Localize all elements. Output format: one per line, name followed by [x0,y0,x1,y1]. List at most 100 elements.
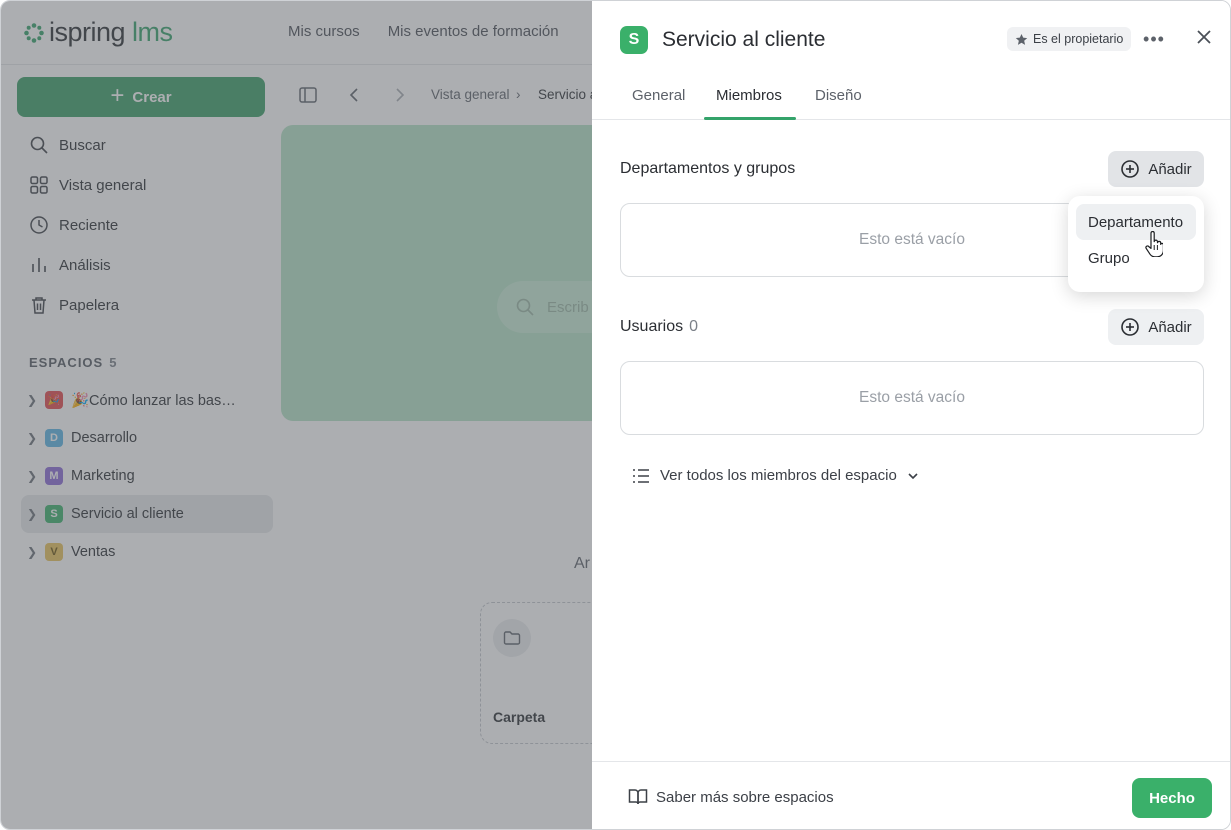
create-button-label: Crear [132,88,172,106]
top-nav: Mis cursos Mis eventos de formación [288,23,559,40]
spaces-count: 5 [109,355,118,370]
more-icon: ••• [1143,28,1165,49]
spaces-list: ❯ 🎉 🎉Cómo lanzar las bas… ❯ D Desarrollo… [21,381,273,571]
sidebar-item-label: Papelera [59,296,120,314]
close-icon [1197,30,1211,44]
chevron-right-icon[interactable]: ❯ [27,431,41,445]
add-department-button[interactable]: Añadir [1108,151,1204,187]
logo-accent-text: lms [132,17,173,47]
users-title: Usuarios 0 [620,318,698,336]
departments-title: Departamentos y grupos [620,160,796,177]
sidebar-item-label: Buscar [59,136,106,154]
tab-members[interactable]: Miembros [716,87,782,120]
owner-badge: Es el propietario [1007,27,1132,51]
empty-text: Esto está vacío [859,389,965,406]
search-icon [30,136,48,154]
list-icon [633,468,649,483]
sidebar: + Crear Buscar Vista general Reciente An… [1,65,281,829]
sidebar-item-label: Reciente [59,216,119,234]
chevron-right-icon[interactable]: ❯ [27,469,41,483]
sidebar-item-recent[interactable]: Reciente [21,205,273,245]
space-badge: 🎉 [45,391,63,409]
space-label: Ventas [71,544,116,560]
ispring-logo[interactable]: ispring lms [23,17,173,48]
learn-more-link[interactable]: Saber más sobre espacios [628,788,834,806]
create-button[interactable]: + Crear [17,77,265,117]
tab-design[interactable]: Diseño [815,87,862,120]
space-label: Desarrollo [71,430,138,446]
plus-icon: + [110,82,125,109]
trash-icon [32,297,46,314]
sidebar-item-analysis[interactable]: Análisis [21,245,273,285]
clock-icon [30,216,48,234]
breadcrumb-root[interactable]: Vista general [431,87,510,102]
sidebar-item-trash[interactable]: Papelera [21,285,273,325]
hero-search-placeholder: Escrib [547,298,589,316]
panel-header: S Servicio al cliente [620,26,825,54]
book-icon [628,789,648,805]
chevron-right-icon[interactable]: ❯ [27,393,41,407]
view-all-members-toggle[interactable]: Ver todos los miembros del espacio [632,467,919,484]
chevron-right-icon[interactable]: ❯ [27,545,41,559]
sidebar-item-label: Vista general [59,176,147,194]
back-arrow-icon[interactable] [345,85,365,105]
space-label: Servicio al cliente [71,506,184,522]
space-item[interactable]: ❯ V Ventas [21,533,273,571]
panel-tabs: General Miembros Diseño [592,71,1230,120]
add-button-label: Añadir [1148,160,1192,178]
breadcrumb-separator-icon: › [516,87,521,102]
space-label: 🎉Cómo lanzar las bas… [71,392,236,409]
sidebar-nav: Buscar Vista general Reciente Análisis P… [21,125,273,325]
chevron-down-icon [908,472,918,479]
nav-my-courses[interactable]: Mis cursos [288,23,360,40]
chevron-right-icon[interactable]: ❯ [27,507,41,521]
space-item-active[interactable]: ❯ S Servicio al cliente [21,495,273,533]
space-settings-panel: S Servicio al cliente Es el propietario … [592,1,1230,829]
nav-my-events[interactable]: Mis eventos de formación [388,23,559,40]
active-tab-indicator [704,117,796,120]
done-button[interactable]: Hecho [1132,778,1212,818]
menu-item-department[interactable]: Departamento [1076,204,1196,240]
users-count: 0 [689,318,699,335]
logo-text: ispring [49,17,126,47]
grid-icon [30,176,48,194]
forward-arrow-icon[interactable] [389,85,409,105]
space-item[interactable]: ❯ 🎉 🎉Cómo lanzar las bas… [21,381,273,419]
space-badge: D [45,429,63,447]
add-user-button[interactable]: Añadir [1108,309,1204,345]
sidebar-item-search[interactable]: Buscar [21,125,273,165]
close-button[interactable] [1192,25,1216,49]
panel-title: Servicio al cliente [662,28,826,51]
hand-cursor-icon [1145,231,1163,257]
space-item[interactable]: ❯ M Marketing [21,457,273,495]
sidebar-toggle-icon[interactable] [298,85,318,105]
users-title-label: Usuarios [620,318,684,335]
plus-circle-icon [1121,318,1140,336]
plus-circle-icon [1121,160,1140,178]
menu-item-group[interactable]: Grupo [1076,240,1196,276]
folder-label: Carpeta [493,709,546,725]
spaces-heading-label: ESPACIOS [29,355,104,370]
space-badge: M [45,467,63,485]
space-badge: S [620,26,648,54]
owner-badge-label: Es el propietario [1033,32,1124,46]
app-window: ispring lms Mis cursos Mis eventos de fo… [0,0,1231,830]
add-button-label: Añadir [1148,318,1192,336]
space-badge: S [45,505,63,523]
tab-general[interactable]: General [632,87,685,120]
add-dropdown-menu: Departamento Grupo [1068,196,1204,292]
space-label: Marketing [71,468,135,484]
breadcrumb-current: Servicio a [538,87,598,102]
logo-icon [24,22,44,43]
sidebar-item-overview[interactable]: Vista general [21,165,273,205]
space-item[interactable]: ❯ D Desarrollo [21,419,273,457]
users-empty-state: Esto está vacío [620,361,1204,435]
more-options-button[interactable]: ••• [1142,27,1166,51]
space-badge: V [45,543,63,561]
star-icon [1015,33,1028,45]
chart-icon [32,258,46,272]
spaces-heading: ESPACIOS 5 [29,355,117,370]
sidebar-item-label: Análisis [59,256,111,274]
empty-text: Esto está vacío [859,231,965,248]
panel-footer: Saber más sobre espacios Hecho [592,761,1230,829]
